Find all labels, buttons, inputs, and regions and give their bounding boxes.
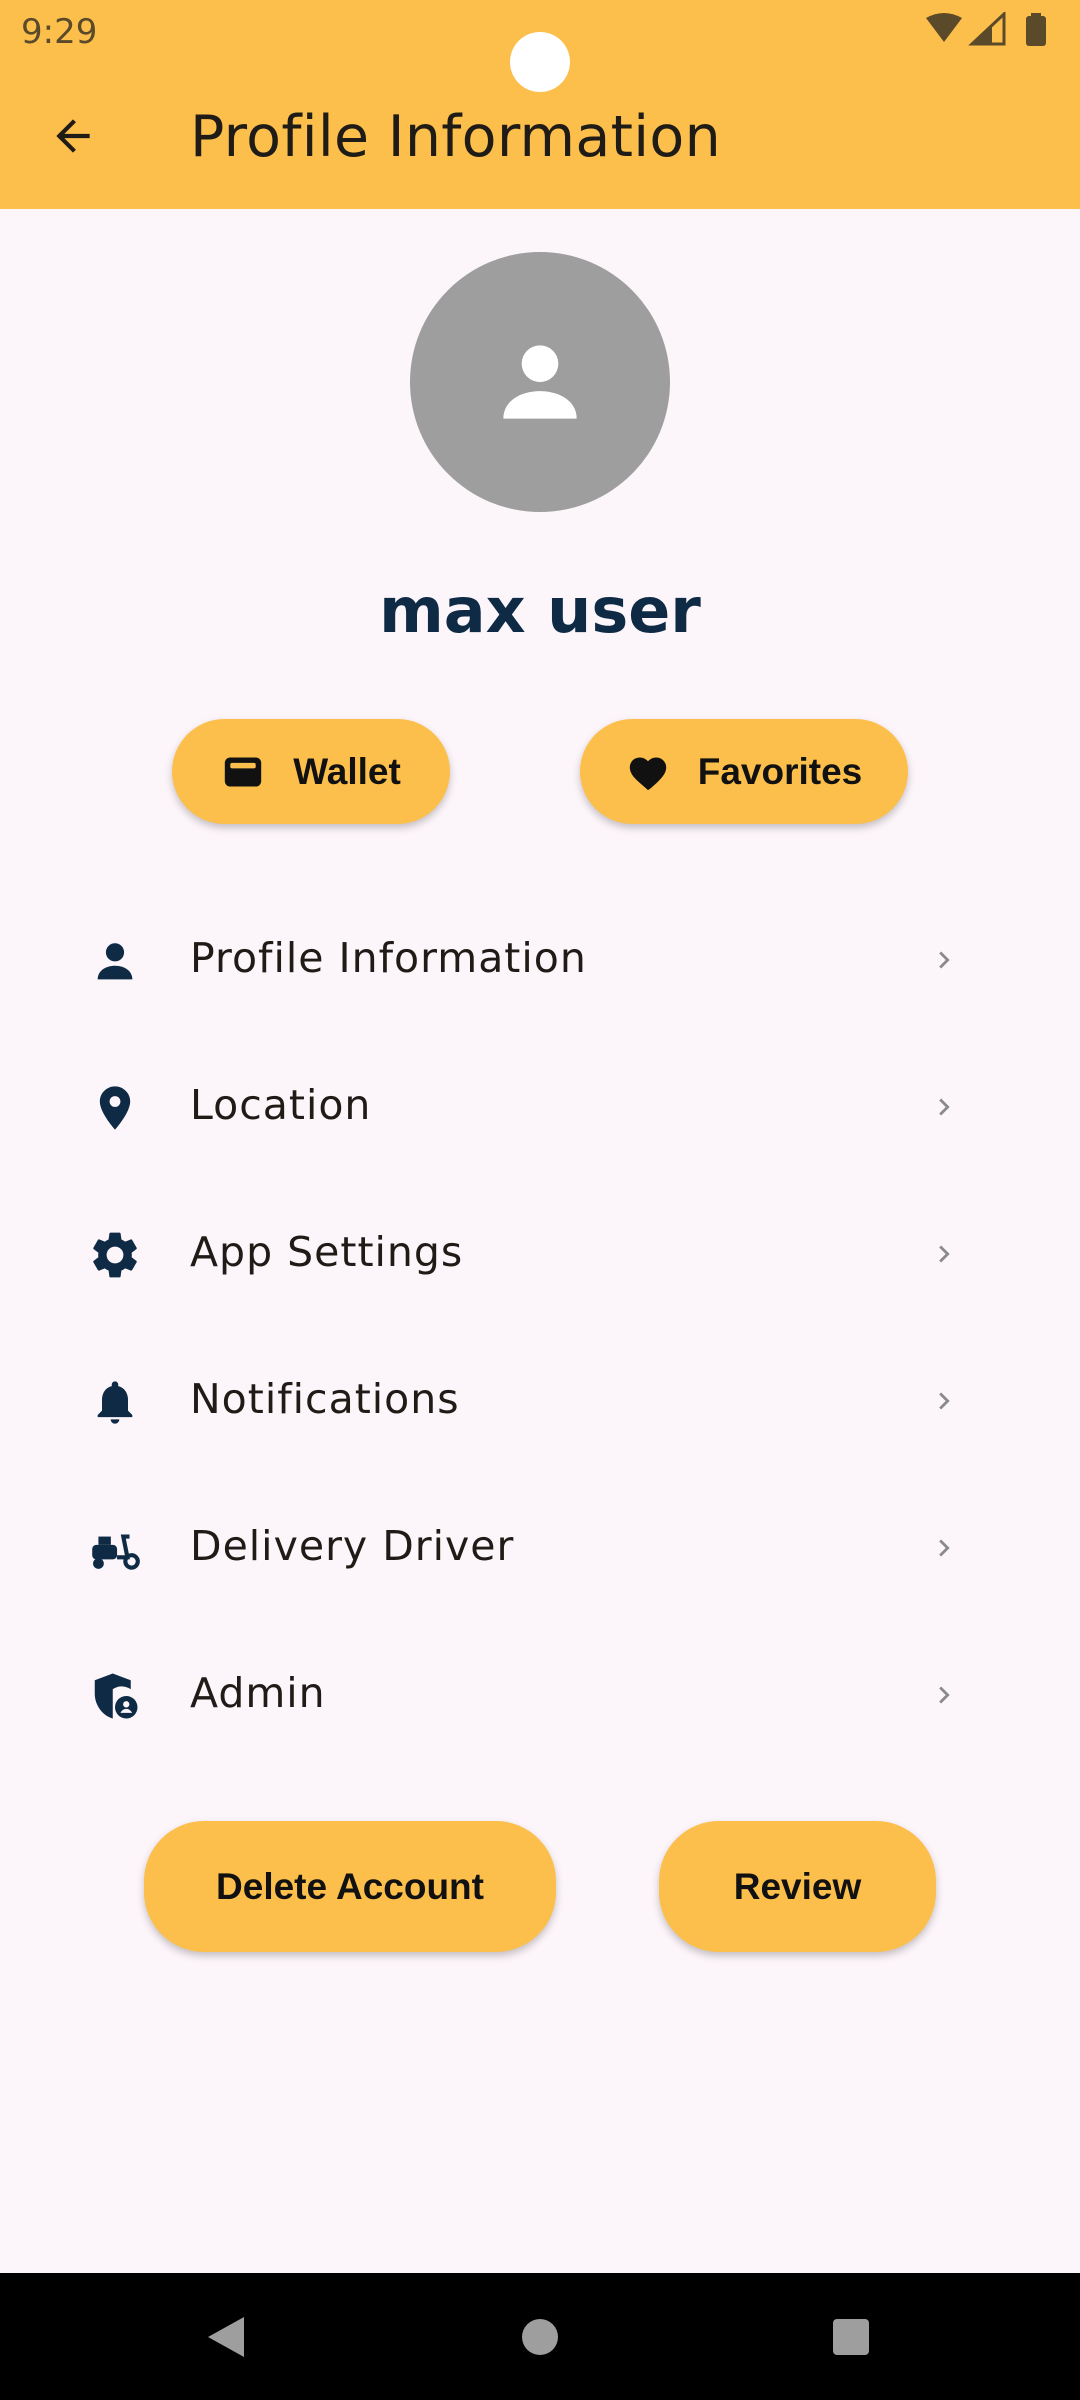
delete-account-button[interactable]: Delete Account [144, 1821, 556, 1952]
status-time: 9:29 [21, 12, 98, 52]
chevron-right-icon [924, 1377, 964, 1425]
nav-home-icon [522, 2318, 558, 2355]
avatar[interactable] [410, 252, 670, 512]
chevron-right-icon [924, 936, 964, 984]
favorites-label: Favorites [697, 750, 863, 792]
page-title: Profile Information [190, 104, 722, 170]
review-label: Review [733, 1865, 862, 1907]
app-bar: 9:29 Profile Information [0, 0, 1080, 209]
wifi-icon [926, 13, 962, 42]
menu-item-app-settings[interactable]: App Settings [0, 1180, 1080, 1327]
menu-item-location[interactable]: Location [0, 1033, 1080, 1180]
nav-recents-icon [833, 2318, 869, 2355]
menu-item-delivery-driver[interactable]: Delivery Driver [0, 1474, 1080, 1621]
wallet-button[interactable]: Wallet [172, 719, 450, 824]
system-nav-bar [0, 2273, 1080, 2400]
status-icons [922, 10, 1062, 52]
wallet-icon [221, 752, 265, 792]
menu-item-notifications[interactable]: Notifications [0, 1327, 1080, 1474]
chevron-right-icon [924, 1230, 964, 1278]
menu-item-label: Admin [190, 1669, 326, 1717]
back-button[interactable] [30, 100, 116, 172]
menu-item-admin[interactable]: Admin [0, 1621, 1080, 1768]
wallet-label: Wallet [293, 750, 401, 792]
admin-shield-icon [86, 1667, 144, 1725]
gear-icon [86, 1226, 144, 1284]
favorites-button[interactable]: Favorites [580, 719, 908, 824]
nav-recents-button[interactable] [781, 2273, 921, 2400]
menu-item-label: Notifications [190, 1375, 460, 1423]
person-icon [503, 345, 577, 419]
location-pin-icon [86, 1079, 144, 1137]
chevron-right-icon [924, 1671, 964, 1719]
nav-back-button[interactable] [156, 2273, 296, 2400]
review-button[interactable]: Review [659, 1821, 936, 1952]
scooter-icon [86, 1520, 144, 1578]
battery-icon [1026, 16, 1046, 46]
person-icon [86, 932, 144, 990]
menu-item-profile-information[interactable]: Profile Information [0, 886, 1080, 1033]
menu-item-label: Delivery Driver [190, 1522, 515, 1570]
menu-item-label: Profile Information [190, 934, 587, 982]
chevron-right-icon [924, 1083, 964, 1131]
delete-account-label: Delete Account [216, 1865, 484, 1907]
menu-item-label: Location [190, 1081, 372, 1129]
arrow-back-icon [56, 119, 90, 153]
bell-icon [86, 1373, 144, 1431]
heart-icon [626, 752, 670, 792]
nav-back-icon [208, 2316, 244, 2357]
user-name: max user [379, 574, 701, 647]
camera-cutout [510, 32, 570, 92]
menu-item-label: App Settings [190, 1228, 464, 1276]
nav-home-button[interactable] [470, 2273, 610, 2400]
chevron-right-icon [924, 1524, 964, 1572]
